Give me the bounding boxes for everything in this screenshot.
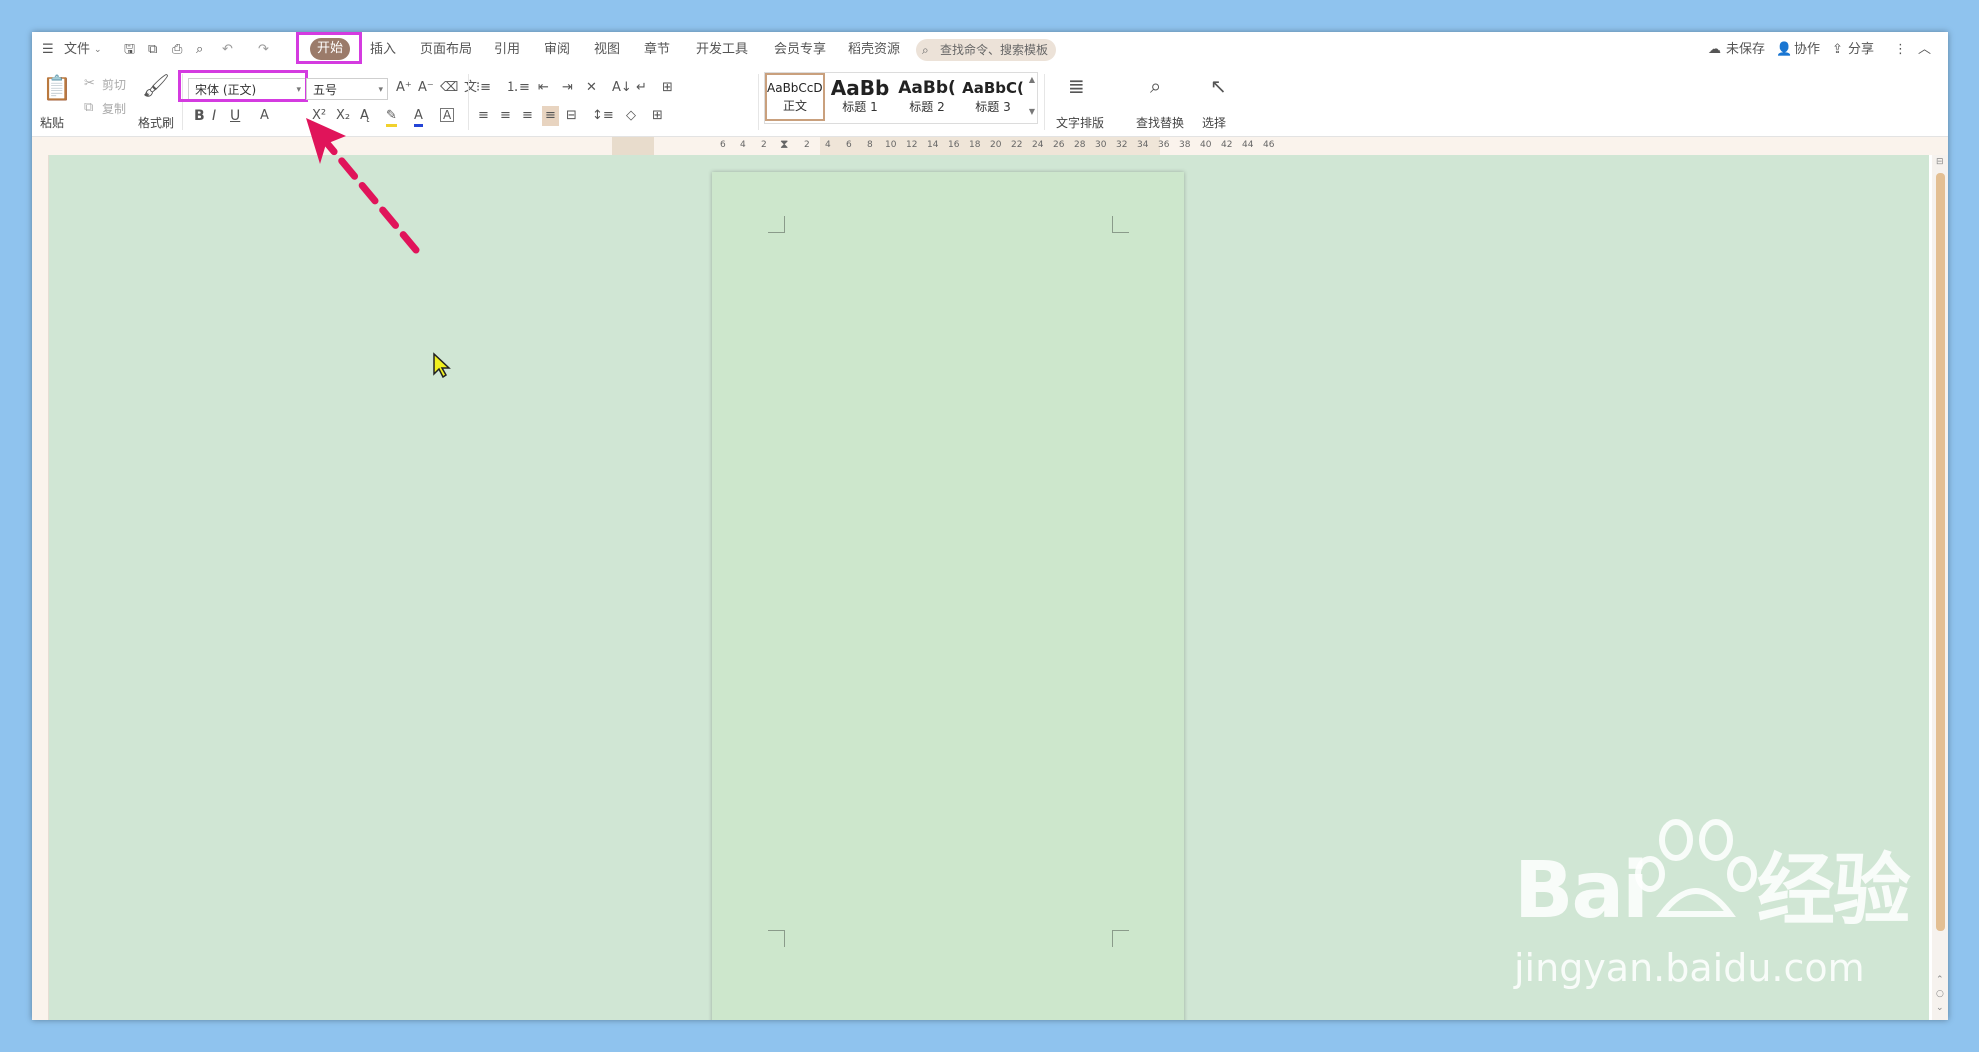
paw-icon [1635,819,1757,917]
arrow-head [306,118,346,164]
watermark-url: jingyan.baidu.com [1514,946,1865,990]
arrow-shaft [322,138,420,254]
mouse-cursor-icon [433,352,451,378]
